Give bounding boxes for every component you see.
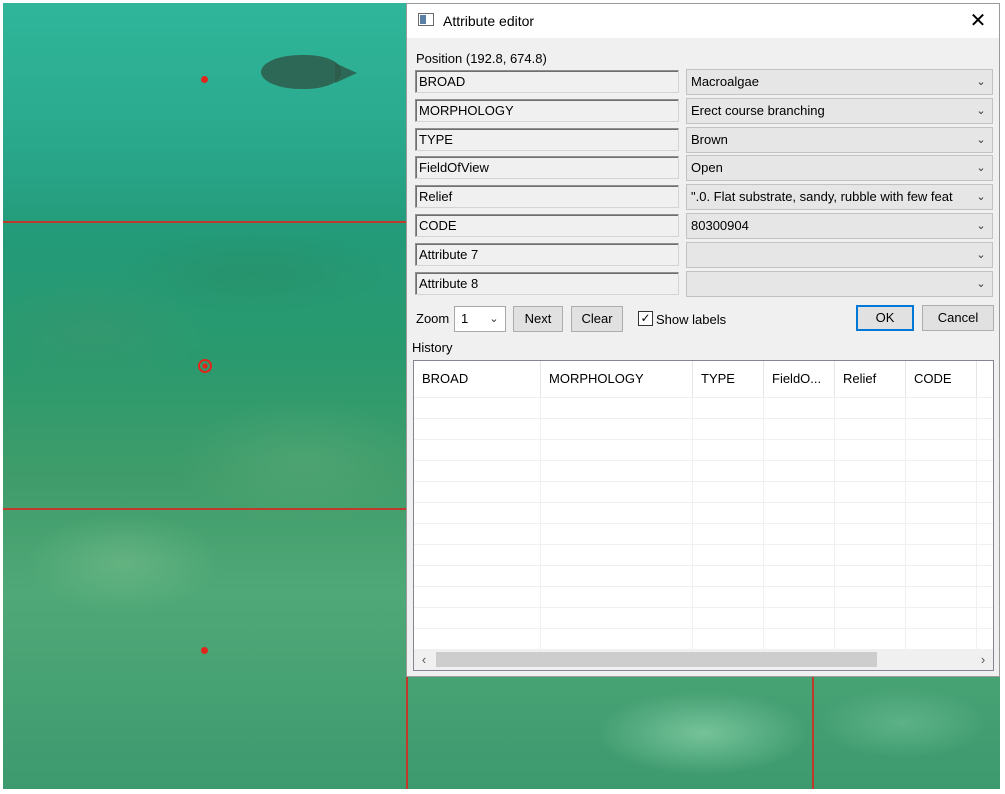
attribute-value-text: Macroalgae: [691, 74, 759, 89]
attribute-name-field-4[interactable]: FieldOfView: [415, 156, 679, 179]
column-header-relief[interactable]: Relief: [835, 361, 906, 397]
position-label: Position (192.8, 674.8): [416, 51, 547, 66]
zoom-select[interactable]: 1 ⌄: [454, 306, 506, 332]
chevron-left-icon[interactable]: ‹: [414, 649, 434, 670]
chevron-down-icon: ⌄: [976, 162, 986, 174]
attribute-name-field-5[interactable]: Relief: [415, 185, 679, 208]
close-icon[interactable]: ✕: [965, 8, 991, 34]
chevron-down-icon: ⌄: [489, 313, 499, 325]
chevron-down-icon: ⌄: [976, 134, 986, 146]
column-header-type[interactable]: TYPE: [693, 361, 764, 397]
attribute-value-combo-1[interactable]: Macroalgae ⌄: [686, 69, 993, 95]
attribute-name-field-7[interactable]: Attribute 7: [415, 243, 679, 266]
column-divider: [834, 361, 835, 649]
grid-line-horizontal-2: [3, 508, 406, 510]
attribute-value-text: Erect course branching: [691, 103, 825, 118]
chevron-down-icon: ⌄: [976, 76, 986, 88]
attribute-value-combo-2[interactable]: Erect course branching ⌄: [686, 98, 993, 124]
attribute-value-text: Open: [691, 160, 723, 175]
table-grid: [414, 397, 993, 649]
grid-line-horizontal-1: [3, 221, 406, 223]
history-table[interactable]: BROAD MORPHOLOGY TYPE FieldO... Relief C…: [413, 360, 994, 671]
chevron-down-icon: ⌄: [976, 278, 986, 290]
attribute-value-text: ".0. Flat substrate, sandy, rubble with …: [691, 189, 953, 204]
column-divider: [692, 361, 693, 649]
horizontal-scrollbar[interactable]: ‹ ›: [414, 649, 993, 670]
fish-shape: [261, 55, 341, 89]
attribute-name-field-8[interactable]: Attribute 8: [415, 272, 679, 295]
zoom-value: 1: [461, 311, 469, 326]
annotation-point-3[interactable]: [201, 647, 208, 654]
attribute-value-text: Brown: [691, 132, 728, 147]
table-header: BROAD MORPHOLOGY TYPE FieldO... Relief C…: [414, 361, 977, 397]
chevron-down-icon: ⌄: [976, 191, 986, 203]
attribute-value-combo-4[interactable]: Open ⌄: [686, 155, 993, 181]
column-divider: [976, 361, 977, 649]
column-header-morphology[interactable]: MORPHOLOGY: [541, 361, 693, 397]
column-divider: [763, 361, 764, 649]
attribute-value-text: 80300904: [691, 218, 749, 233]
column-divider: [540, 361, 541, 649]
attribute-value-combo-7[interactable]: ⌄: [686, 242, 993, 268]
attribute-value-combo-6[interactable]: 80300904 ⌄: [686, 213, 993, 239]
attribute-value-combo-8[interactable]: ⌄: [686, 271, 993, 297]
window-icon: [418, 13, 434, 26]
attribute-value-combo-3[interactable]: Brown ⌄: [686, 127, 993, 153]
attribute-editor-dialog: Attribute editor ✕ Position (192.8, 674.…: [406, 3, 1000, 677]
attribute-name-field-2[interactable]: MORPHOLOGY: [415, 99, 679, 122]
chevron-down-icon: ⌄: [976, 249, 986, 261]
next-button[interactable]: Next: [513, 306, 563, 332]
chevron-down-icon: ⌄: [976, 220, 986, 232]
column-header-code[interactable]: CODE: [906, 361, 977, 397]
attribute-name-field-1[interactable]: BROAD: [415, 70, 679, 93]
title-bar[interactable]: Attribute editor ✕: [407, 4, 999, 38]
clear-button[interactable]: Clear: [571, 306, 623, 332]
column-divider: [905, 361, 906, 649]
chevron-right-icon[interactable]: ›: [973, 649, 993, 670]
chevron-down-icon: ⌄: [976, 105, 986, 117]
dialog-title: Attribute editor: [443, 13, 535, 29]
show-labels-checkbox[interactable]: ✓: [638, 311, 653, 326]
column-header-fieldofview[interactable]: FieldO...: [764, 361, 835, 397]
grid-line-vertical-1: [406, 677, 408, 789]
fish-tail-shape: [335, 63, 357, 83]
annotation-point-1[interactable]: [201, 76, 208, 83]
cancel-button[interactable]: Cancel: [922, 305, 994, 331]
annotation-point-selected[interactable]: [198, 359, 212, 373]
grid-line-vertical-2: [812, 677, 814, 789]
attribute-name-field-6[interactable]: CODE: [415, 214, 679, 237]
ok-button[interactable]: OK: [856, 305, 914, 331]
zoom-label: Zoom: [416, 311, 450, 326]
scrollbar-thumb[interactable]: [436, 652, 877, 667]
show-labels-label[interactable]: Show labels: [656, 312, 726, 327]
column-header-broad[interactable]: BROAD: [414, 361, 541, 397]
history-label: History: [412, 340, 453, 355]
attribute-value-combo-5[interactable]: ".0. Flat substrate, sandy, rubble with …: [686, 184, 993, 210]
attribute-name-field-3[interactable]: TYPE: [415, 128, 679, 151]
